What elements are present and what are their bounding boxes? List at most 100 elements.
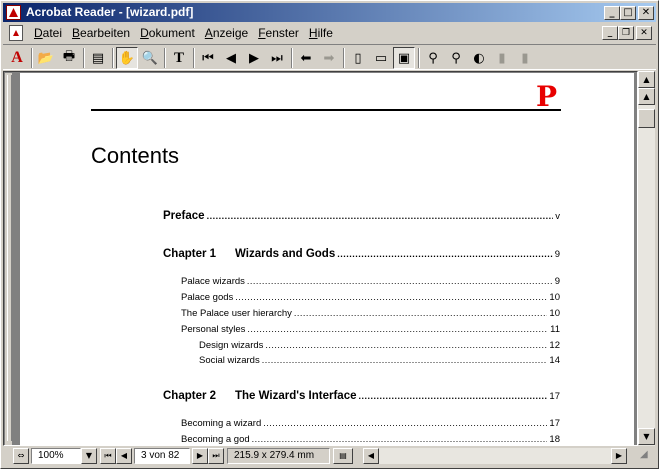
resize-grip-icon[interactable]: ◢	[640, 449, 654, 463]
toc-row[interactable]: Chapter 2 The Wizard's Interface 17	[163, 390, 560, 402]
toc-label: Becoming a wizard	[181, 418, 262, 429]
toc-page: 17	[549, 418, 560, 429]
hand-tool-icon[interactable]: ✋	[116, 47, 138, 69]
page-size-label: 215.9 x 279.4 mm	[227, 448, 330, 464]
text-select-icon[interactable]: T	[168, 47, 190, 69]
previous-page-icon[interactable]: ◀	[220, 47, 242, 69]
toc-chapter-number: Chapter 1	[163, 248, 217, 260]
scroll-down-button[interactable]: ▼	[638, 428, 655, 445]
first-page-icon[interactable]: ⏮	[197, 47, 219, 69]
menu-anzeige[interactable]: Anzeige	[200, 26, 253, 40]
print-icon[interactable]: 🖶	[58, 47, 80, 69]
toc-label: Palace gods	[181, 292, 234, 303]
open-folder-icon[interactable]: 📂	[35, 47, 57, 69]
fit-page-icon[interactable]: ▭	[370, 47, 392, 69]
last-page-icon[interactable]: ⏭	[266, 47, 288, 69]
app-window: Acrobat Reader - [wizard.pdf] _ □ ✕ Date…	[0, 0, 659, 469]
vertical-scrollbar[interactable]: ▲ ▲ ▼	[638, 71, 655, 446]
page-back-icon[interactable]: ▮	[491, 47, 513, 69]
fit-width-icon[interactable]: ▣	[393, 47, 415, 69]
actual-size-icon[interactable]: ▯	[347, 47, 369, 69]
toc-label: Wizards and Gods	[235, 248, 336, 260]
menu-bearbeiten[interactable]: Bearbeiten	[67, 26, 135, 40]
thumbnails-icon[interactable]: ▤	[87, 47, 109, 69]
acrobat-logo-icon[interactable]: A	[6, 47, 28, 69]
toc-row[interactable]: Palace gods 10	[181, 292, 560, 303]
document-icon[interactable]	[9, 25, 23, 41]
toc-label: Design wizards	[199, 340, 264, 351]
toc-row[interactable]: Becoming a wizard 17	[181, 418, 560, 429]
zoom-field[interactable]: 100%	[31, 448, 81, 464]
status-bar: ⇔ 100% ▼ ⏮ ◀ 3 von 82 ▶ ⏭ 215.9 x 279.4 …	[3, 447, 656, 466]
toc-row[interactable]: Becoming a god 18	[181, 434, 560, 445]
toc-page: 9	[554, 276, 560, 287]
scroll-right-button[interactable]: ▶	[611, 448, 627, 464]
toc-label: The Wizard's Interface	[235, 390, 357, 402]
toc-row[interactable]: Social wizards 14	[199, 355, 560, 366]
maximize-button[interactable]: □	[620, 6, 636, 20]
toc-label: Becoming a god	[181, 434, 250, 445]
toc-row[interactable]: Palace wizards 9	[181, 276, 560, 287]
toc-label: Social wizards	[199, 355, 260, 366]
acrobat-app-icon[interactable]	[6, 5, 21, 20]
scroll-thumb[interactable]	[638, 109, 655, 128]
doc-restore-button[interactable]: ❐	[618, 26, 634, 40]
doc-minimize-button[interactable]: _	[602, 26, 618, 40]
document-area: P Contents Preface v Chapter 1 Wizards an…	[3, 71, 638, 446]
scroll-up-button[interactable]: ▲	[638, 71, 655, 88]
find-icon[interactable]: ⚲	[422, 47, 444, 69]
toc-page: 12	[549, 340, 560, 351]
minimize-button[interactable]: _	[604, 6, 620, 20]
menu-datei[interactable]: Datei	[29, 26, 67, 40]
menu-bar: Datei Bearbeiten Dokument Anzeige Fenste…	[3, 23, 656, 43]
toc-row[interactable]: Personal styles 11	[181, 324, 560, 335]
page-forward-icon[interactable]: ▮	[514, 47, 536, 69]
next-page-icon[interactable]: ▶	[243, 47, 265, 69]
status-prev-page-button[interactable]: ◀	[116, 448, 132, 464]
horizontal-scrollbar[interactable]: ◀ ▶	[363, 448, 627, 464]
menu-hilfe[interactable]: Hilfe	[304, 26, 338, 40]
document-page[interactable]: P Contents Preface v Chapter 1 Wizards an…	[20, 73, 634, 446]
zoom-tool-icon[interactable]: 🔍	[139, 47, 161, 69]
fit-width-status-icon[interactable]: ⇔	[13, 448, 29, 464]
find-again-icon[interactable]: ⚲	[445, 47, 467, 69]
toc-page: 18	[549, 434, 560, 445]
toc-page: 10	[549, 308, 560, 319]
toc-label: Palace wizards	[181, 276, 245, 287]
web-link-icon[interactable]: ◐	[468, 47, 490, 69]
toc-label: The Palace user hierarchy	[181, 308, 292, 319]
title-bar[interactable]: Acrobat Reader - [wizard.pdf] _ □ ✕	[3, 3, 656, 22]
page-number-field[interactable]: 3 von 82	[134, 448, 190, 464]
zoom-dropdown-button[interactable]: ▼	[81, 448, 97, 464]
go-back-icon[interactable]: ⬅	[295, 47, 317, 69]
status-last-page-button[interactable]: ⏭	[208, 448, 224, 464]
toc-page: 17	[549, 391, 560, 402]
doc-close-button[interactable]: ✕	[636, 26, 652, 40]
toc-row[interactable]: Preface v	[163, 210, 560, 222]
status-first-page-button[interactable]: ⏮	[100, 448, 116, 464]
toc-page: v	[555, 211, 560, 222]
navigation-pane-handle[interactable]	[5, 73, 13, 445]
toc-page: 11	[550, 324, 560, 335]
header-rule	[91, 109, 561, 111]
menu-fenster[interactable]: Fenster	[253, 26, 304, 40]
document-logo: P	[536, 80, 558, 113]
menu-dokument[interactable]: Dokument	[135, 26, 200, 40]
toc-row[interactable]: The Palace user hierarchy 10	[181, 308, 560, 319]
toolbar: A 📂 🖶 ▤ ✋ 🔍 T ⏮ ◀ ▶ ⏭ ⬅ ➡ ▯ ▭ ▣ ⚲ ⚲ ◐ ▮ …	[3, 44, 656, 70]
toc-chapter-number: Chapter 2	[163, 390, 217, 402]
toc-page: 10	[549, 292, 560, 303]
close-button[interactable]: ✕	[638, 6, 654, 20]
toc-row[interactable]: Design wizards 12	[199, 340, 560, 351]
toc-row[interactable]: Chapter 1 Wizards and Gods 9	[163, 248, 560, 260]
toc-page: 14	[549, 355, 560, 366]
page-layout-button[interactable]: ▤	[333, 448, 353, 464]
go-forward-icon[interactable]: ➡	[318, 47, 340, 69]
status-next-page-button[interactable]: ▶	[192, 448, 208, 464]
toc-label: Personal styles	[181, 324, 246, 335]
toc-label: Preface	[163, 210, 205, 222]
page-title: Contents	[91, 143, 180, 168]
page-up-button[interactable]: ▲	[638, 88, 655, 105]
window-title: Acrobat Reader - [wizard.pdf]	[26, 5, 194, 19]
scroll-left-button[interactable]: ◀	[363, 448, 379, 464]
